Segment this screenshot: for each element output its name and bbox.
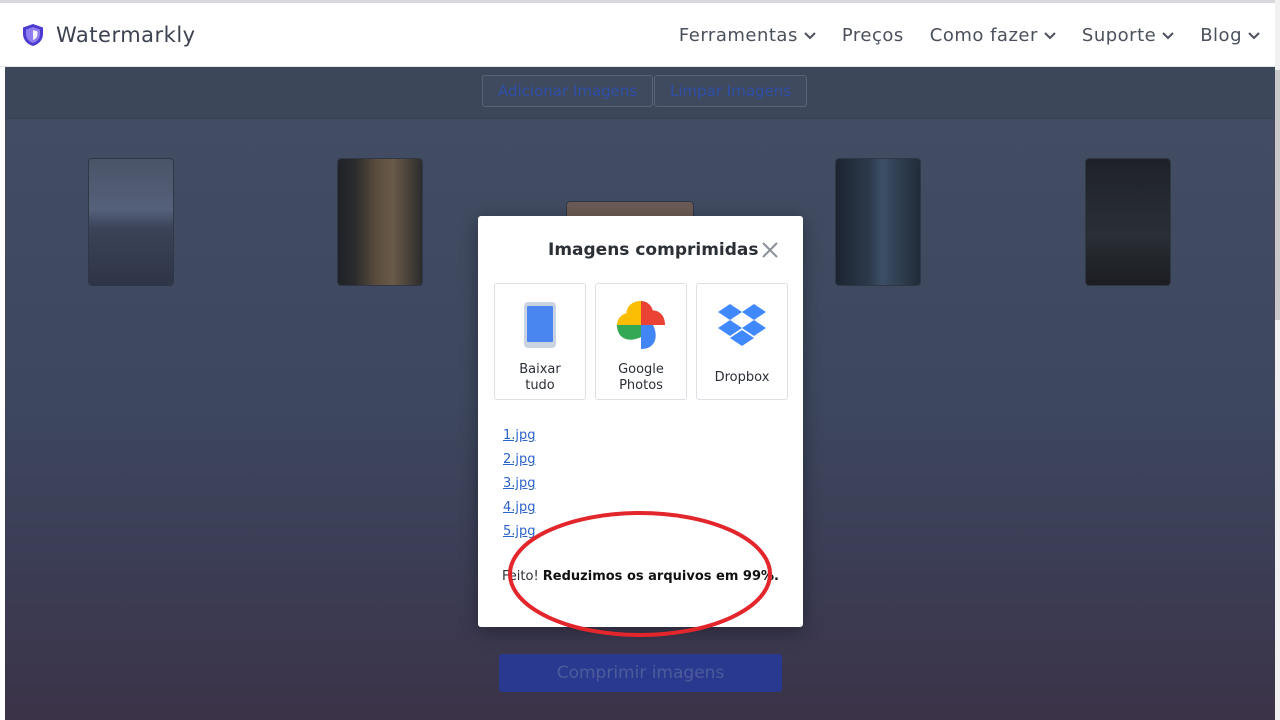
chevron-down-icon <box>1162 31 1174 39</box>
file-link[interactable]: 1.jpg <box>503 424 536 448</box>
shield-logo-icon <box>23 24 43 46</box>
modal-title: Imagens comprimidas <box>548 240 759 260</box>
export-options: Baixar tudo Google Photos Dropbox <box>494 283 788 400</box>
dropbox-icon <box>718 304 766 346</box>
nav-label: Preços <box>841 25 904 46</box>
google-photos-button[interactable]: Google Photos <box>595 283 687 400</box>
image-thumbnail[interactable] <box>338 159 422 285</box>
nav-label: Ferramentas <box>678 25 798 46</box>
tile-label: Dropbox <box>714 370 770 385</box>
nav-label: Suporte <box>1081 25 1157 46</box>
add-images-button[interactable]: Adicionar Imagens <box>482 75 654 107</box>
image-thumbnail[interactable] <box>836 159 920 285</box>
file-link[interactable]: 2.jpg <box>503 448 536 472</box>
chevron-down-icon <box>804 31 816 39</box>
nav-suporte[interactable]: Suporte <box>1082 25 1174 46</box>
image-thumbnail[interactable] <box>1086 159 1170 285</box>
nav-ferramentas[interactable]: Ferramentas <box>679 25 816 46</box>
file-link[interactable]: 3.jpg <box>503 472 536 496</box>
toolbar-band: Adicionar Imagens Limpar Imagens <box>5 67 1275 119</box>
nav-blog[interactable]: Blog <box>1200 25 1260 46</box>
highlight-ellipse <box>508 511 772 637</box>
dropbox-button[interactable]: Dropbox <box>696 283 788 400</box>
scrollbar-thumb[interactable] <box>1275 70 1280 320</box>
main-nav: Ferramentas Preços Como fazer Suporte Bl… <box>679 25 1260 46</box>
nav-label: Blog <box>1200 25 1242 46</box>
device-download-icon <box>524 302 556 348</box>
site-header: Watermarkly Ferramentas Preços Como faze… <box>0 0 1280 67</box>
compress-images-button[interactable]: Comprimir imagens <box>499 654 782 692</box>
brand-logo[interactable]: Watermarkly <box>22 23 196 47</box>
tile-label: Photos <box>619 378 663 393</box>
nav-como-fazer[interactable]: Como fazer <box>930 25 1056 46</box>
download-all-button[interactable]: Baixar tudo <box>494 283 586 400</box>
scrollbar[interactable] <box>1275 0 1280 720</box>
tile-label: Baixar <box>519 362 561 377</box>
brand-name: Watermarkly <box>56 23 196 47</box>
chevron-down-icon <box>1248 31 1260 39</box>
app-window: Watermarkly Ferramentas Preços Como faze… <box>0 0 1280 720</box>
chevron-down-icon <box>1044 31 1056 39</box>
nav-precos[interactable]: Preços <box>842 25 904 46</box>
close-icon[interactable] <box>761 241 779 259</box>
nav-label: Como fazer <box>929 25 1038 46</box>
image-thumbnail[interactable] <box>89 159 173 285</box>
tile-label: tudo <box>525 378 555 393</box>
clear-images-button[interactable]: Limpar Imagens <box>654 75 808 107</box>
tile-label: Google <box>618 362 664 377</box>
google-photos-icon <box>617 301 665 349</box>
